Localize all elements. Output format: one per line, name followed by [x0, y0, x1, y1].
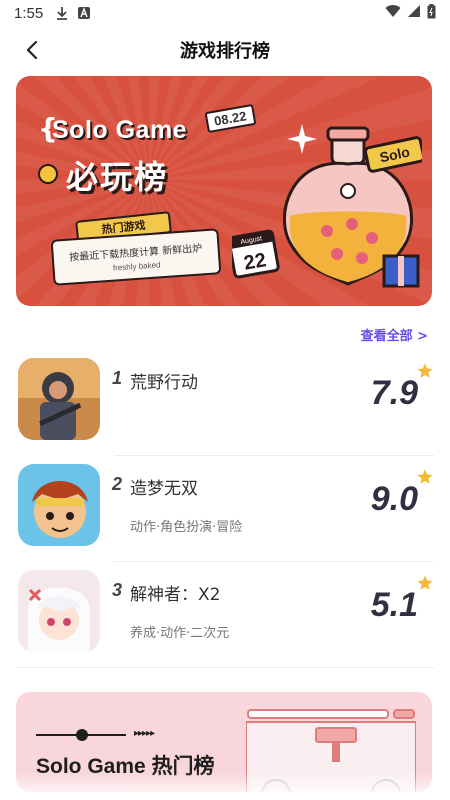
progress-dot — [76, 729, 88, 741]
rank-item[interactable]: 2 造梦无双 动作·角色扮演·冒险 9.0 — [16, 456, 434, 562]
status-bar: 1:55 — [0, 0, 450, 26]
back-button[interactable] — [18, 36, 46, 64]
rank-number: 2 — [112, 474, 123, 494]
star-icon — [417, 575, 433, 590]
game-icon — [18, 464, 100, 546]
game-name: 造梦无双 — [130, 479, 198, 499]
rank-number: 3 — [112, 580, 123, 600]
arrows-decoration: ▸▸▸▸▸ — [134, 728, 155, 739]
banner-title-cn: 必玩榜 — [66, 158, 169, 196]
ranking-list: 1 荒野行动 7.9 2 造梦无双 动作·角色扮演·冒险 9.0 3 解神者：X… — [16, 350, 434, 668]
smiley-icon — [38, 164, 58, 184]
game-score: 7.9 — [370, 374, 418, 412]
rank-item[interactable]: 1 荒野行动 7.9 — [16, 350, 434, 456]
page-title: 游戏排行榜 — [180, 41, 270, 62]
game-score: 5.1 — [370, 586, 418, 624]
rank-item[interactable]: 3 解神者：X2 养成·动作·二次元 5.1 — [16, 562, 434, 668]
row-divider — [16, 667, 434, 668]
calendar-day: 22 — [242, 249, 268, 275]
ticket-line1: 按最近下载热度计算 新鲜出炉 — [68, 242, 203, 264]
header: 游戏排行榜 — [0, 28, 450, 72]
game-score: 9.0 — [370, 480, 418, 518]
status-time: 1:55 — [14, 4, 44, 22]
signal-icon — [407, 4, 421, 22]
game-tags: 动作·角色扮演·冒险 — [130, 520, 243, 535]
download-icon — [55, 6, 69, 20]
star-icon — [417, 363, 433, 378]
star-icon — [417, 469, 433, 484]
ticket-line2: freshly baked — [112, 259, 161, 273]
banner-title-en: Solo Game — [52, 116, 188, 144]
wifi-icon — [385, 4, 401, 22]
rank-number: 1 — [112, 368, 123, 388]
game-name: 荒野行动 — [130, 373, 198, 393]
game-name: 解神者：X2 — [130, 585, 221, 605]
potion-bottle-illustration: Solo August 22 — [232, 124, 422, 288]
game-icon — [18, 358, 100, 440]
view-all-link[interactable]: 查看全部 > — [361, 325, 428, 344]
promo-banner[interactable]: { Solo Game 08.22 必玩榜 热门游戏 按最近下载热度计算 新鲜出… — [16, 76, 432, 306]
bottom-fade — [0, 772, 450, 800]
game-icon — [18, 570, 100, 652]
a-badge-icon — [77, 6, 91, 20]
game-tags: 养成·动作·二次元 — [130, 626, 230, 641]
battery-icon — [427, 3, 436, 23]
chevron-left-icon — [26, 41, 38, 59]
